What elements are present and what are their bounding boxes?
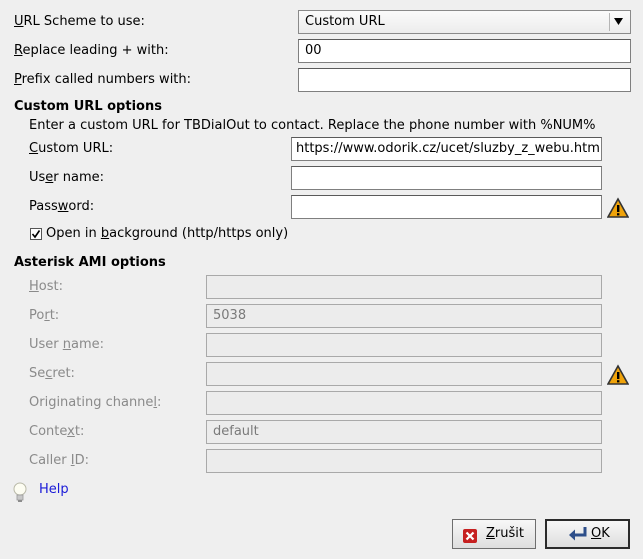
chevron-down-icon xyxy=(609,13,628,31)
custom-url-section-title: Custom URL options xyxy=(14,99,162,114)
ami-username-input[interactable] xyxy=(206,333,602,357)
ami-callerid-input[interactable] xyxy=(206,449,602,473)
custom-url-input[interactable]: https://www.odorik.cz/ucet/sluzby_z_webu… xyxy=(291,137,602,161)
ami-section-title: Asterisk AMI options xyxy=(14,255,166,270)
ami-secret-input[interactable] xyxy=(206,362,602,386)
open-background-checkbox[interactable] xyxy=(30,228,42,240)
open-background-label: Open in background (http/https only) xyxy=(46,226,289,241)
ok-label: OK xyxy=(591,526,610,541)
ami-context-input[interactable]: default xyxy=(206,420,602,444)
custom-password-label: Password: xyxy=(29,199,95,214)
ami-user-label: User name: xyxy=(29,337,105,352)
prefix-label: Prefix called numbers with: xyxy=(14,72,192,87)
warning-icon xyxy=(606,197,630,219)
replace-plus-input[interactable]: 00 xyxy=(298,39,631,63)
ami-host-input[interactable] xyxy=(206,275,602,299)
close-icon xyxy=(463,526,477,554)
custom-url-description: Enter a custom URL for TBDialOut to cont… xyxy=(29,118,596,133)
custom-url-label: Custom URL: xyxy=(29,141,114,156)
ami-channel-label: Originating channel: xyxy=(29,395,162,410)
custom-user-label: User name: xyxy=(29,170,105,185)
cancel-button[interactable]: Zrušit xyxy=(452,519,536,549)
ami-port-input[interactable]: 5038 xyxy=(206,304,602,328)
ami-port-label: Port: xyxy=(29,308,60,323)
help-link[interactable]: Help xyxy=(39,482,69,498)
replace-label: Replace leading + with: xyxy=(14,43,169,58)
ami-channel-input[interactable] xyxy=(206,391,602,415)
ami-secret-label: Secret: xyxy=(29,366,75,381)
ok-button[interactable]: OK xyxy=(545,519,630,549)
ami-context-label: Context: xyxy=(29,424,85,439)
warning-icon xyxy=(606,364,630,386)
url-scheme-select[interactable]: Custom URL xyxy=(298,10,631,34)
url-scheme-value: Custom URL xyxy=(305,14,385,29)
lightbulb-icon xyxy=(13,482,27,504)
enter-icon xyxy=(568,526,590,552)
scheme-label: URL Scheme to use: xyxy=(14,14,145,29)
custom-username-input[interactable] xyxy=(291,166,602,190)
ami-callerid-label: Caller ID: xyxy=(29,453,89,468)
cancel-label: Zrušit xyxy=(486,526,524,541)
ami-host-label: Host: xyxy=(29,279,63,294)
prefix-input[interactable] xyxy=(298,68,631,92)
custom-password-input[interactable] xyxy=(291,195,602,219)
